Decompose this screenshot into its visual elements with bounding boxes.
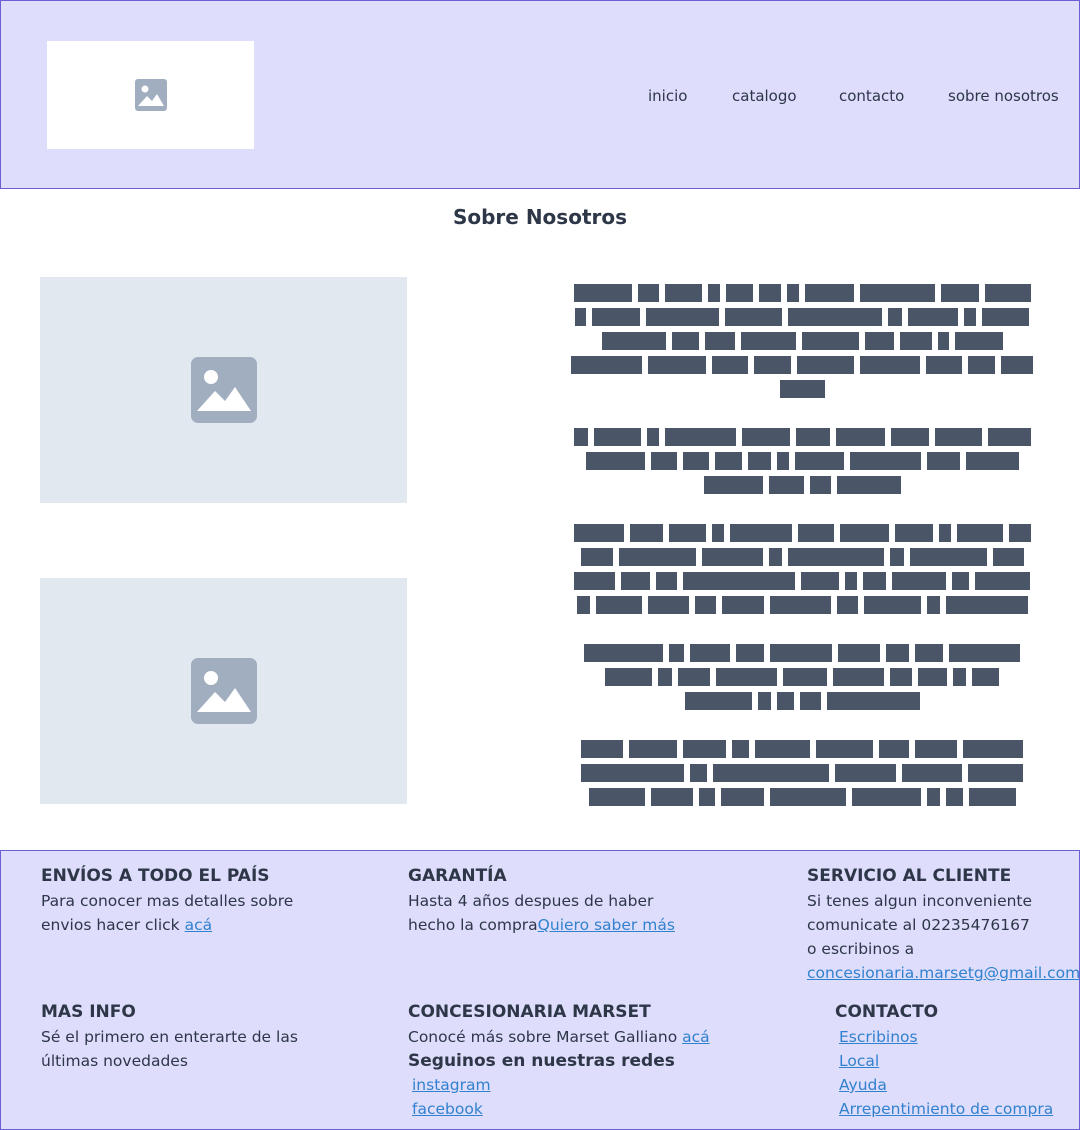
- nav-sobre-nosotros[interactable]: sobre nosotros: [948, 85, 1059, 107]
- garantia-title: GARANTÍA: [408, 866, 507, 886]
- servicio-email-link[interactable]: concesionaria.marsetg@gmail.com: [807, 964, 1079, 982]
- contacto-link-ayuda[interactable]: Ayuda: [835, 1073, 1075, 1097]
- nav-catalogo[interactable]: catalogo: [732, 85, 797, 107]
- site-header: inicio catalogo contacto sobre nosotros: [0, 0, 1080, 189]
- redacted-paragraph: [566, 641, 1038, 713]
- envios-title: ENVÍOS A TODO EL PAÍS: [41, 866, 270, 886]
- redacted-paragraph: [566, 737, 1038, 809]
- page-title: Sobre Nosotros: [452, 205, 628, 229]
- footer-masinfo: MAS INFO Sé el primero en enterarte de l…: [41, 1001, 361, 1073]
- contacto-link-local[interactable]: Local: [835, 1049, 1075, 1073]
- garantia-link[interactable]: Quiero saber más: [538, 916, 675, 934]
- garantia-text-2: hecho la compraQuiero saber más: [408, 913, 728, 937]
- footer-concesionaria: CONCESIONARIA MARSET Conocé más sobre Ma…: [408, 1001, 788, 1121]
- concesionaria-text: Conocé más sobre Marset Galliano acá: [408, 1025, 788, 1049]
- contacto-links: Escribinos Local Ayuda Arrepentimiento d…: [835, 1025, 1075, 1121]
- social-links: instagram facebook: [408, 1073, 788, 1121]
- site-footer: ENVÍOS A TODO EL PAÍS Para conocer mas d…: [0, 850, 1080, 1130]
- about-image-2: [40, 578, 407, 804]
- footer-garantia: GARANTÍA Hasta 4 años despues de haber h…: [408, 865, 728, 937]
- envios-text-2: envios hacer click acá: [41, 913, 361, 937]
- concesionaria-link[interactable]: acá: [682, 1028, 710, 1046]
- envios-link[interactable]: acá: [185, 916, 213, 934]
- footer-contacto: CONTACTO Escribinos Local Ayuda Arrepent…: [835, 1001, 1075, 1121]
- image-placeholder-icon: [190, 357, 257, 423]
- instagram-link[interactable]: instagram: [408, 1073, 788, 1097]
- concesionaria-text-label: Conocé más sobre Marset Galliano: [408, 1028, 683, 1046]
- servicio-text-2: comunicate al 02235476167: [807, 916, 1030, 934]
- nav-contacto[interactable]: contacto: [839, 85, 904, 107]
- redacted-paragraph: [566, 425, 1038, 497]
- image-placeholder-icon: [190, 658, 257, 724]
- garantia-text-1: Hasta 4 años despues de haber: [408, 892, 654, 910]
- footer-servicio: SERVICIO AL CLIENTE Si tenes algun incon…: [807, 865, 1079, 985]
- main-nav: inicio catalogo contacto sobre nosotros: [1, 85, 1080, 109]
- masinfo-text-2: últimas novedades: [41, 1052, 188, 1070]
- nav-inicio[interactable]: inicio: [648, 85, 687, 107]
- servicio-text-3: o escribinos a: [807, 940, 915, 958]
- contacto-link-escribinos[interactable]: Escribinos: [835, 1025, 1075, 1049]
- redacted-paragraph: [566, 281, 1038, 401]
- garantia-text-2-label: hecho la compra: [408, 916, 538, 934]
- concesionaria-title: CONCESIONARIA MARSET: [408, 1002, 651, 1022]
- servicio-email-wrap: concesionaria.marsetg@gmail.com: [807, 961, 1079, 985]
- facebook-link[interactable]: facebook: [408, 1097, 788, 1121]
- contacto-link-arrepentimiento[interactable]: Arrepentimiento de compra: [835, 1097, 1075, 1121]
- about-text: [566, 281, 1038, 833]
- envios-text-1: Para conocer mas detalles sobre: [41, 892, 294, 910]
- redacted-paragraph: [566, 521, 1038, 617]
- about-image-1: [40, 277, 407, 503]
- masinfo-text-1: Sé el primero en enterarte de las: [41, 1028, 298, 1046]
- redes-title: Seguinos en nuestras redes: [408, 1051, 675, 1071]
- contacto-title: CONTACTO: [835, 1002, 939, 1022]
- masinfo-title: MAS INFO: [41, 1002, 136, 1022]
- servicio-text-1: Si tenes algun inconveniente: [807, 892, 1033, 910]
- footer-envios: ENVÍOS A TODO EL PAÍS Para conocer mas d…: [41, 865, 361, 937]
- servicio-title: SERVICIO AL CLIENTE: [807, 866, 1012, 886]
- envios-text-2-label: envios hacer click: [41, 916, 185, 934]
